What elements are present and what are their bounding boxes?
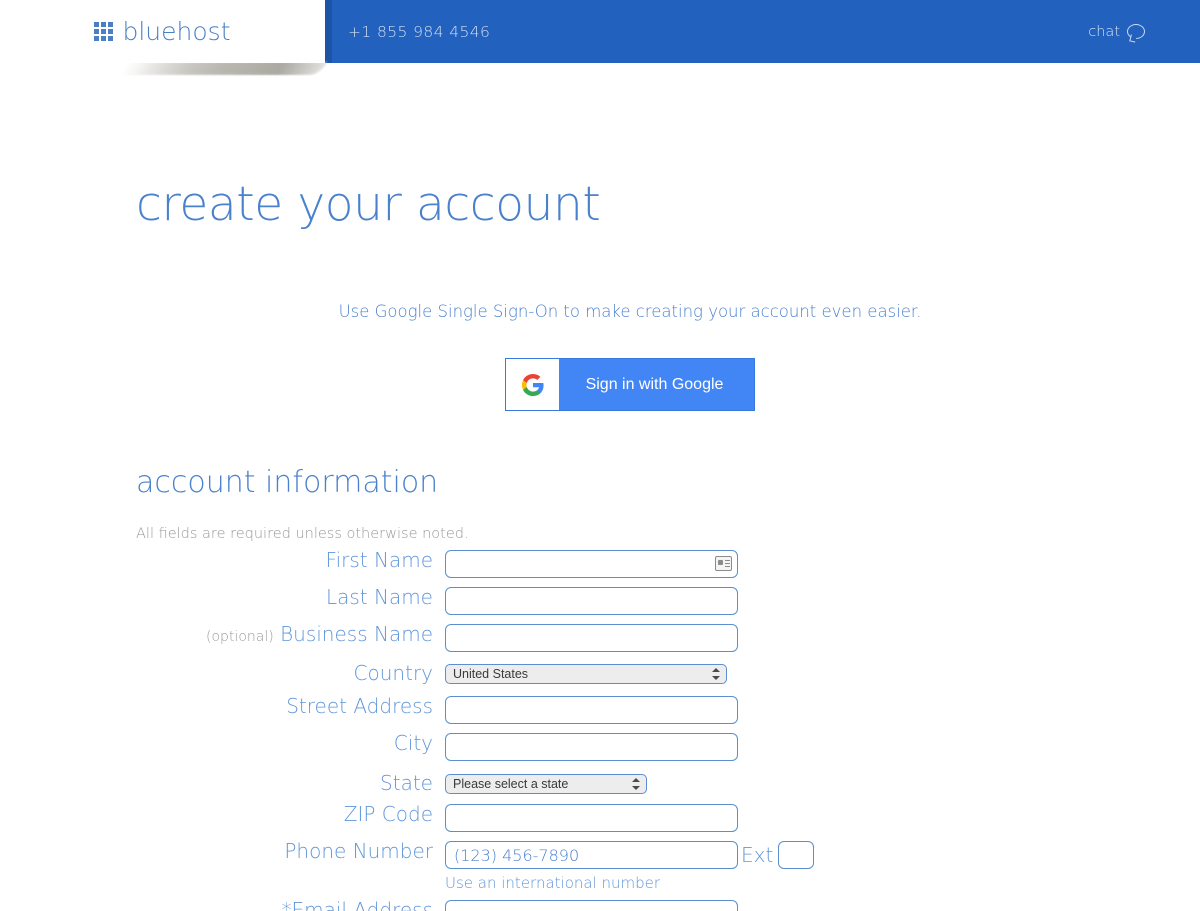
email-address-field-wrap: *Your receipt will be sent to this addre… — [445, 900, 752, 911]
street-address-input[interactable] — [445, 696, 738, 724]
form-row-country: Country United States — [0, 662, 1200, 684]
form-row-phone-number: Phone Number Ext Use an international nu… — [0, 841, 1200, 892]
logo-plate-shadow — [120, 61, 329, 75]
business-name-field-wrap — [445, 624, 738, 652]
phone-number-label: Phone Number — [284, 839, 433, 863]
last-name-field-wrap — [445, 587, 738, 615]
google-g-icon — [506, 359, 559, 410]
account-information-title: account information — [136, 465, 439, 500]
city-field-wrap — [445, 733, 738, 761]
form-row-zip-code: ZIP Code — [0, 804, 1200, 832]
sign-in-with-google-button[interactable]: Sign in with Google — [505, 358, 755, 411]
chat-button[interactable]: chat — [1088, 0, 1145, 63]
logo-plate[interactable]: bluehost — [0, 0, 325, 63]
zip-code-field-wrap — [445, 804, 738, 832]
first-name-field-wrap — [445, 550, 738, 578]
grid-3x3-icon — [94, 22, 114, 41]
contact-card-icon[interactable] — [715, 556, 732, 571]
page-title: create your account — [136, 177, 601, 232]
required-fields-note: All fields are required unless otherwise… — [136, 526, 469, 542]
zip-code-label: ZIP Code — [343, 802, 433, 826]
logo-wordmark: bluehost — [122, 17, 231, 46]
state-select[interactable]: Please select a state — [445, 774, 647, 794]
phone-ext-input[interactable] — [778, 841, 815, 869]
sso-message: Use Google Single Sign-On to make creati… — [338, 302, 922, 321]
site-header: bluehost +1 855 984 4546 chat — [0, 0, 1200, 75]
header-phone-number[interactable]: +1 855 984 4546 — [348, 0, 490, 63]
business-name-label-text: Business Name — [280, 622, 433, 646]
country-label: Country — [353, 661, 433, 685]
phone-number-field-wrap: Ext Use an international number — [445, 841, 815, 892]
speech-bubble-icon — [1127, 24, 1145, 39]
email-address-input[interactable] — [445, 900, 738, 911]
state-label: State — [380, 771, 433, 795]
business-name-input[interactable] — [445, 624, 738, 652]
chevron-updown-icon — [712, 667, 720, 681]
form-row-email-address: *Email Address *Your receipt will be sen… — [0, 900, 1200, 911]
international-number-link[interactable]: Use an international number — [445, 874, 814, 892]
account-information-form: First Name Last Name (optional) Business… — [0, 550, 1200, 911]
business-name-label: (optional) Business Name — [0, 624, 445, 644]
city-label: City — [393, 731, 433, 755]
form-row-street-address: Street Address — [0, 696, 1200, 724]
chat-label: chat — [1088, 23, 1120, 40]
state-field-wrap: Please select a state — [445, 772, 647, 794]
state-selected-value: Please select a state — [453, 777, 569, 791]
form-row-state: State Please select a state — [0, 772, 1200, 794]
google-button-label: Sign in with Google — [585, 375, 724, 393]
form-row-first-name: First Name — [0, 550, 1200, 578]
street-address-label: Street Address — [286, 694, 433, 718]
chevron-updown-icon — [632, 777, 640, 791]
country-selected-value: United States — [453, 667, 529, 681]
zip-code-input[interactable] — [445, 804, 738, 832]
phone-ext-label: Ext — [741, 843, 774, 867]
country-select[interactable]: United States — [445, 664, 727, 684]
form-row-business-name: (optional) Business Name — [0, 624, 1200, 652]
first-name-input[interactable] — [445, 550, 738, 578]
header-accent-strip — [324, 0, 332, 63]
form-row-city: City — [0, 733, 1200, 761]
form-row-last-name: Last Name — [0, 587, 1200, 615]
email-address-label: *Email Address — [281, 898, 434, 911]
city-input[interactable] — [445, 733, 738, 761]
last-name-label: Last Name — [325, 585, 433, 609]
last-name-input[interactable] — [445, 587, 738, 615]
first-name-label: First Name — [325, 548, 433, 572]
street-address-field-wrap — [445, 696, 738, 724]
phone-number-input[interactable] — [445, 841, 738, 869]
country-field-wrap: United States — [445, 662, 727, 684]
business-name-optional-tag: (optional) — [206, 629, 274, 645]
bluehost-logo[interactable]: bluehost — [94, 17, 231, 46]
